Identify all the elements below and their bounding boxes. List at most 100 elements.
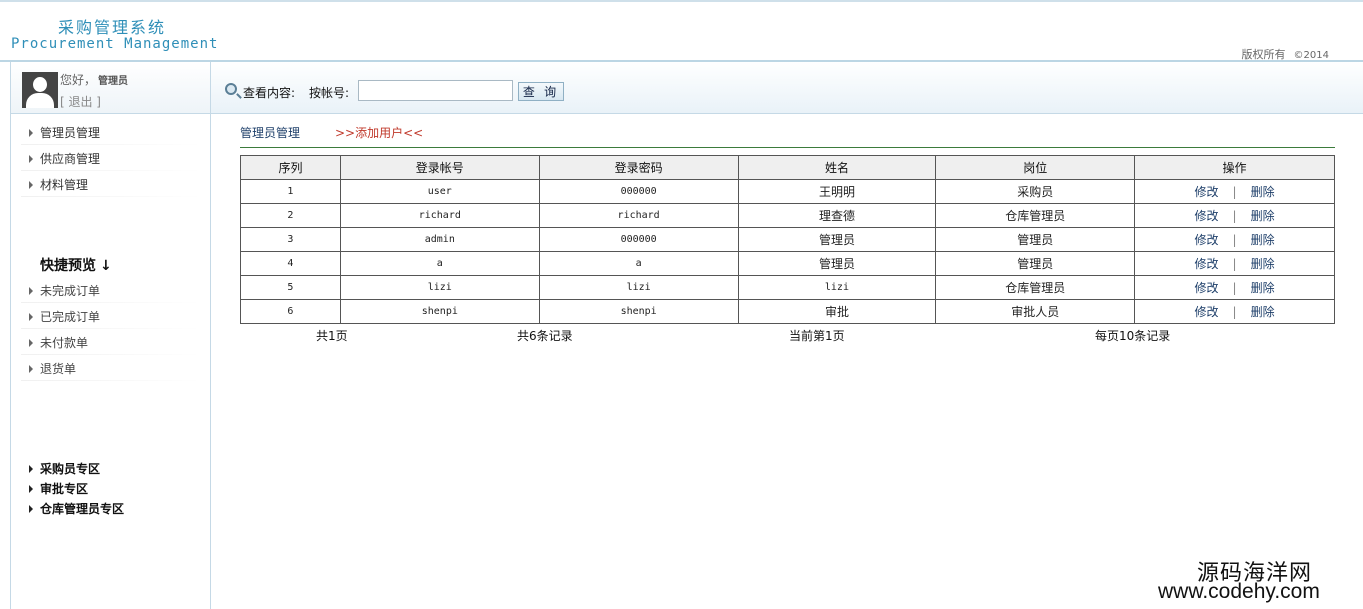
column-header: 姓名 bbox=[737, 155, 937, 180]
pager-current-page: 当前第1页 bbox=[789, 329, 845, 343]
divider bbox=[21, 196, 201, 197]
cell-password: richard bbox=[538, 203, 739, 228]
delete-link[interactable]: 删除 bbox=[1251, 257, 1275, 271]
edit-link[interactable]: 修改 bbox=[1195, 233, 1219, 247]
quick-preview-title: 快捷预览 ↓ bbox=[40, 255, 112, 275]
edit-link[interactable]: 修改 bbox=[1195, 209, 1219, 223]
edit-link[interactable]: 修改 bbox=[1195, 185, 1219, 199]
divider bbox=[21, 380, 201, 381]
divider bbox=[21, 354, 201, 355]
edit-link[interactable]: 修改 bbox=[1195, 281, 1219, 295]
user-greeting: 您好， 管理员 bbox=[60, 71, 128, 88]
app-title-en: Procurement Management bbox=[11, 36, 219, 52]
arrow-right-icon bbox=[29, 364, 33, 373]
cell-role: 管理员 bbox=[935, 227, 1136, 252]
cell-role: 审批人员 bbox=[935, 299, 1136, 324]
cell-account: user bbox=[339, 179, 540, 204]
cell-name: 王明明 bbox=[737, 179, 937, 204]
main-content: 管理员管理 >>添加用户<< 序列 登录帐号 登录密码 姓名 岗位 操作 1 u… bbox=[211, 114, 1363, 609]
action-separator: | bbox=[1232, 209, 1237, 223]
cell-password: a bbox=[538, 251, 739, 276]
sidebar-item-admin-manage[interactable]: 管理员管理 bbox=[29, 123, 209, 143]
delete-link[interactable]: 删除 bbox=[1251, 233, 1275, 247]
admin-table: 序列 登录帐号 登录密码 姓名 岗位 操作 1 user 000000 王明明 … bbox=[240, 155, 1335, 324]
pager-per-page: 每页10条记录 bbox=[1095, 329, 1171, 343]
divider bbox=[240, 147, 1335, 148]
quick-preview-label: 快捷预览 bbox=[40, 258, 96, 274]
avatar-icon bbox=[22, 72, 58, 108]
cell-account: shenpi bbox=[339, 299, 540, 324]
user-panel: 您好， 管理员 [ 退出 ] bbox=[11, 62, 210, 114]
cell-id: 4 bbox=[240, 251, 341, 276]
divider bbox=[21, 144, 201, 145]
cell-name: 管理员 bbox=[737, 227, 937, 252]
table-row: 2 richard richard 理查德 仓库管理员 修改 | 删除 bbox=[240, 203, 1335, 228]
search-button[interactable]: 查 询 bbox=[518, 82, 564, 101]
cell-role: 管理员 bbox=[935, 251, 1136, 276]
action-separator: | bbox=[1232, 305, 1237, 319]
action-separator: | bbox=[1232, 281, 1237, 295]
table-row: 5 lizi lizi lizi 仓库管理员 修改 | 删除 bbox=[240, 275, 1335, 300]
cell-password: shenpi bbox=[538, 299, 739, 324]
column-header: 登录帐号 bbox=[339, 155, 540, 180]
table-row: 6 shenpi shenpi 审批 审批人员 修改 | 删除 bbox=[240, 299, 1335, 324]
sidebar-zone-purchaser[interactable]: 采购员专区 bbox=[29, 459, 209, 479]
watermark-url: www.codehy.com bbox=[1158, 580, 1320, 603]
sidebar-item-label: 未付款单 bbox=[40, 336, 89, 350]
delete-link[interactable]: 删除 bbox=[1251, 209, 1275, 223]
sidebar-item-finished-orders[interactable]: 已完成订单 bbox=[29, 307, 209, 327]
sidebar-zone-warehouse[interactable]: 仓库管理员专区 bbox=[29, 499, 209, 519]
sidebar-item-unfinished-orders[interactable]: 未完成订单 bbox=[29, 281, 209, 301]
arrow-right-icon bbox=[29, 338, 33, 347]
arrow-right-icon bbox=[29, 464, 33, 473]
cell-actions: 修改 | 删除 bbox=[1134, 203, 1335, 228]
arrow-right-icon bbox=[29, 286, 33, 295]
greeting-text: 您好， bbox=[60, 73, 97, 87]
sidebar-item-label: 管理员管理 bbox=[40, 126, 101, 140]
edit-link[interactable]: 修改 bbox=[1195, 257, 1219, 271]
column-header: 操作 bbox=[1134, 155, 1335, 180]
cell-name: lizi bbox=[737, 275, 937, 300]
logout-link[interactable]: [ 退出 ] bbox=[60, 93, 101, 110]
cell-actions: 修改 | 删除 bbox=[1134, 227, 1335, 252]
arrow-right-icon bbox=[29, 180, 33, 189]
search-icon bbox=[225, 83, 237, 95]
arrow-right-icon bbox=[29, 484, 33, 493]
sidebar-zone-approval[interactable]: 审批专区 bbox=[29, 479, 209, 499]
cell-name: 审批 bbox=[737, 299, 937, 324]
cell-password: lizi bbox=[538, 275, 739, 300]
sidebar-item-supplier-manage[interactable]: 供应商管理 bbox=[29, 149, 209, 169]
app-title-cn: 采购管理系统 bbox=[58, 18, 167, 37]
cell-account: a bbox=[339, 251, 540, 276]
sidebar-item-material-manage[interactable]: 材料管理 bbox=[29, 175, 209, 195]
delete-link[interactable]: 删除 bbox=[1251, 281, 1275, 295]
column-header: 登录密码 bbox=[538, 155, 739, 180]
sidebar-item-unpaid[interactable]: 未付款单 bbox=[29, 333, 209, 353]
sidebar-item-label: 仓库管理员专区 bbox=[40, 502, 125, 516]
app-header: 采购管理系统 Procurement Management 版权所有 ©2014 bbox=[0, 2, 1363, 61]
cell-name: 理查德 bbox=[737, 203, 937, 228]
sidebar-item-returns[interactable]: 退货单 bbox=[29, 359, 209, 379]
divider bbox=[21, 302, 201, 303]
account-search-input[interactable] bbox=[358, 80, 513, 101]
delete-link[interactable]: 删除 bbox=[1251, 305, 1275, 319]
column-header: 序列 bbox=[240, 155, 341, 180]
action-separator: | bbox=[1232, 257, 1237, 271]
user-name: 管理员 bbox=[98, 76, 129, 87]
search-toolbar: 查看内容: 按帐号: 查 询 bbox=[211, 62, 1363, 114]
cell-role: 采购员 bbox=[935, 179, 1136, 204]
cell-password: 000000 bbox=[538, 227, 739, 252]
divider bbox=[21, 170, 201, 171]
sidebar-item-label: 退货单 bbox=[40, 362, 77, 376]
edit-link[interactable]: 修改 bbox=[1195, 305, 1219, 319]
sidebar-item-label: 采购员专区 bbox=[40, 462, 101, 476]
action-separator: | bbox=[1232, 233, 1237, 247]
breadcrumb: 管理员管理 bbox=[240, 126, 301, 140]
pager-total-records: 共6条记录 bbox=[517, 329, 573, 343]
delete-link[interactable]: 删除 bbox=[1251, 185, 1275, 199]
sidebar-item-label: 材料管理 bbox=[40, 178, 89, 192]
table-row: 3 admin 000000 管理员 管理员 修改 | 删除 bbox=[240, 227, 1335, 252]
table-row: 4 a a 管理员 管理员 修改 | 删除 bbox=[240, 251, 1335, 276]
add-user-link[interactable]: >>添加用户<< bbox=[335, 124, 423, 141]
cell-actions: 修改 | 删除 bbox=[1134, 275, 1335, 300]
